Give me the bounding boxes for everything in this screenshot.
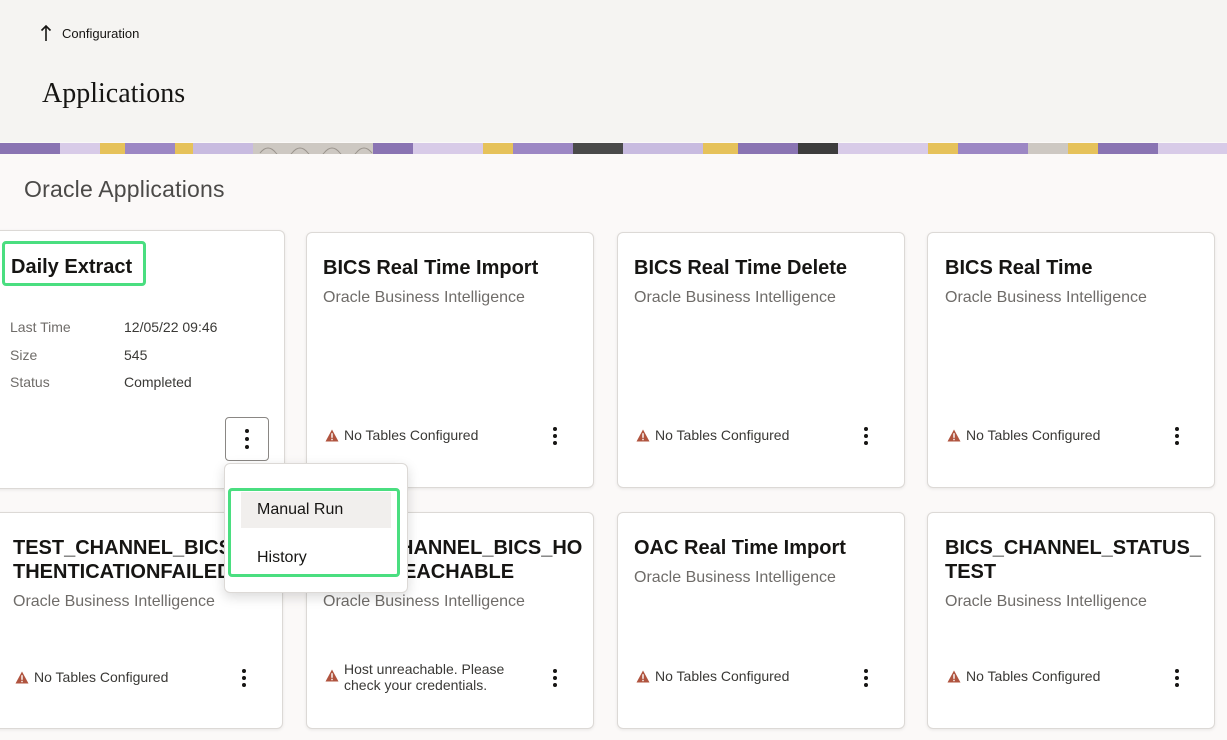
card-title: BICS_CHANNEL_STATUS_ TEST (945, 536, 1201, 584)
card-status-text: No Tables Configured (966, 668, 1101, 684)
warning-triangle-icon (636, 670, 650, 683)
warning-triangle-icon (325, 669, 339, 682)
section-title: Oracle Applications (24, 176, 225, 202)
decorative-banner (0, 142, 1227, 154)
meta-row-status: Status Completed (10, 374, 192, 390)
card-status-line: Host unreachable. Please (344, 661, 505, 677)
kebab-menu-icon (242, 669, 246, 673)
kebab-menu-icon (553, 427, 557, 431)
menu-item-manual-run[interactable]: Manual Run (241, 492, 391, 528)
meta-value: 545 (124, 347, 148, 363)
app-card-bics-channel-status-test[interactable]: BICS_CHANNEL_STATUS_ TEST Oracle Busines… (927, 512, 1215, 729)
more-actions-button[interactable] (540, 421, 570, 451)
card-status: No Tables Configured (947, 427, 1100, 443)
more-actions-button[interactable] (225, 417, 269, 461)
meta-row-size: Size 545 (10, 347, 147, 363)
kebab-menu-icon (864, 669, 868, 673)
actions-menu: Manual Run History (224, 463, 408, 593)
warning-triangle-icon (947, 670, 961, 683)
card-status-text: No Tables Configured (34, 669, 169, 685)
card-title-line: TEST (945, 561, 997, 583)
warning-triangle-icon (947, 429, 961, 442)
card-title: BICS Real Time Import (323, 257, 539, 279)
app-card-bics-real-time-import[interactable]: BICS Real Time Import Oracle Business In… (306, 232, 594, 488)
card-subtitle: Oracle Business Intelligence (634, 569, 836, 586)
more-actions-button[interactable] (1162, 421, 1192, 451)
page-header: Configuration Applications (0, 0, 1227, 142)
back-link[interactable]: Configuration (40, 24, 139, 42)
card-title: Daily Extract (11, 256, 133, 278)
card-title: BICS Real Time Delete (634, 257, 848, 279)
kebab-menu-icon (1175, 427, 1179, 431)
card-status-text: No Tables Configured (655, 427, 790, 443)
card-status: Host unreachable. Please check your cred… (325, 661, 504, 693)
card-status: No Tables Configured (15, 669, 168, 685)
app-card-bics-real-time[interactable]: BICS Real Time Oracle Business Intellige… (927, 232, 1215, 488)
kebab-menu-icon (1175, 669, 1179, 673)
back-link-label: Configuration (62, 25, 140, 41)
meta-value: Completed (124, 374, 192, 390)
card-subtitle: Oracle Business Intelligence (945, 593, 1147, 610)
card-title-line: THENTICATIONFAILED (13, 561, 232, 583)
more-actions-button[interactable] (229, 663, 259, 693)
kebab-menu-icon (245, 429, 249, 433)
card-status-text: No Tables Configured (966, 427, 1101, 443)
arrow-up-icon (40, 24, 52, 41)
card-title-line: BICS_CHANNEL_STATUS_ (945, 537, 1201, 559)
card-status-text: No Tables Configured (655, 668, 790, 684)
menu-item-history[interactable]: History (241, 540, 391, 576)
card-subtitle: Oracle Business Intelligence (634, 289, 836, 306)
warning-triangle-icon (325, 429, 339, 442)
more-actions-button[interactable] (851, 421, 881, 451)
app-card-oac-real-time-import[interactable]: OAC Real Time Import Oracle Business Int… (617, 512, 905, 729)
card-title: TEST_CHANNEL_BICS_ THENTICATIONFAILED (13, 536, 243, 584)
card-title: BICS Real Time (945, 257, 1093, 279)
more-actions-button[interactable] (540, 663, 570, 693)
card-status: No Tables Configured (636, 668, 789, 684)
kebab-menu-icon (553, 669, 557, 673)
meta-label: Last Time (10, 319, 71, 335)
warning-triangle-icon (636, 429, 650, 442)
card-title: OAC Real Time Import (634, 537, 846, 559)
warning-triangle-icon (15, 671, 29, 684)
card-subtitle: Oracle Business Intelligence (13, 593, 215, 610)
card-status-text: Host unreachable. Please check your cred… (344, 661, 504, 693)
card-title-line: TEST_CHANNEL_BICS_ (13, 537, 244, 559)
card-subtitle: Oracle Business Intelligence (323, 593, 525, 610)
app-card-daily-extract[interactable]: Daily Extract Last Time 12/05/22 09:46 S… (0, 230, 285, 489)
more-actions-button[interactable] (851, 663, 881, 693)
meta-label: Status (10, 374, 50, 390)
card-status: No Tables Configured (636, 427, 789, 443)
kebab-menu-icon (864, 427, 868, 431)
card-status: No Tables Configured (325, 427, 478, 443)
page-title: Applications (42, 78, 186, 109)
app-card-bics-real-time-delete[interactable]: BICS Real Time Delete Oracle Business In… (617, 232, 905, 488)
meta-row-last-time: Last Time 12/05/22 09:46 (10, 319, 217, 335)
card-subtitle: Oracle Business Intelligence (945, 289, 1147, 306)
card-status-line: check your credentials. (344, 677, 488, 693)
card-status: No Tables Configured (947, 668, 1100, 684)
card-subtitle: Oracle Business Intelligence (323, 289, 525, 306)
meta-value: 12/05/22 09:46 (124, 319, 218, 335)
more-actions-button[interactable] (1162, 663, 1192, 693)
meta-label: Size (10, 347, 38, 363)
card-status-text: No Tables Configured (344, 427, 479, 443)
